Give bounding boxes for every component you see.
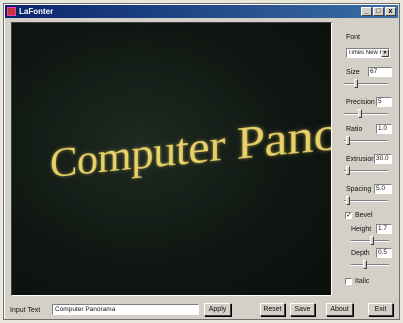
app-icon — [7, 7, 16, 16]
reset-button[interactable]: Reset — [260, 303, 285, 316]
depth-field[interactable]: 0.5 — [376, 248, 392, 258]
extrusion-slider[interactable] — [344, 166, 388, 175]
precision-slider[interactable] — [344, 109, 388, 118]
precision-label: Precision — [346, 99, 375, 106]
depth-slider-thumb[interactable] — [363, 260, 367, 269]
font-label: Font — [346, 34, 361, 41]
ratio-label: Ratio — [346, 126, 363, 133]
bevel-label: Bevel — [355, 212, 373, 219]
spacing-label: Spacing — [346, 186, 372, 193]
size-slider[interactable] — [344, 79, 388, 88]
size-field[interactable]: 67 — [368, 67, 392, 77]
depth-slider[interactable] — [351, 260, 389, 269]
chevron-down-icon[interactable]: ▼ — [381, 49, 389, 57]
height-label: Height — [351, 226, 372, 233]
bottom-bar: Input Text Computer Panorama Apply Reset… — [4, 301, 399, 319]
ratio-field[interactable]: 1.0 — [376, 124, 392, 134]
extrusion-field[interactable]: 30.0 — [374, 154, 392, 164]
ratio-slider-thumb[interactable] — [346, 136, 350, 145]
save-button[interactable]: Save — [290, 303, 315, 316]
minimize-button[interactable]: _ — [361, 7, 372, 16]
window-title: LaFonter — [19, 7, 54, 16]
extrusion-label: Extrusion — [346, 156, 376, 163]
input-text-label: Input Text — [10, 307, 41, 314]
about-button[interactable]: About — [326, 303, 353, 316]
depth-label: Depth — [351, 250, 370, 257]
font-select[interactable]: Times New Rom ▼ — [346, 48, 390, 58]
maximize-button[interactable]: □ — [373, 7, 384, 16]
rendered-3d-text: Computer Panoı — [50, 103, 332, 186]
extrusion-slider-thumb[interactable] — [346, 166, 350, 175]
close-button[interactable]: x — [385, 7, 396, 16]
spacing-slider[interactable] — [344, 196, 388, 205]
precision-field[interactable]: 5 — [376, 97, 392, 107]
render-canvas[interactable]: Computer Panoı — [11, 22, 332, 296]
height-slider-thumb[interactable] — [370, 236, 374, 245]
bevel-checkbox[interactable]: ✓ — [345, 212, 352, 219]
italic-label: Italic — [355, 278, 370, 285]
title-bar[interactable]: LaFonter _ □ x — [5, 5, 398, 18]
input-text-field[interactable]: Computer Panorama — [52, 304, 199, 315]
size-label: Size — [346, 69, 360, 76]
ratio-slider[interactable] — [344, 136, 388, 145]
height-field[interactable]: 1.7 — [376, 224, 392, 234]
exit-button[interactable]: Exit — [368, 303, 393, 316]
spacing-slider-thumb[interactable] — [346, 196, 350, 205]
settings-panel: Font Times New Rom ▼ Size 67 Precision 5… — [338, 20, 396, 300]
precision-slider-thumb[interactable] — [358, 109, 362, 118]
font-select-value: Times New Rom — [348, 50, 381, 56]
apply-button[interactable]: Apply — [204, 303, 231, 316]
size-slider-thumb[interactable] — [354, 79, 358, 88]
height-slider[interactable] — [351, 236, 389, 245]
spacing-field[interactable]: 5.0 — [374, 184, 392, 194]
italic-checkbox[interactable] — [345, 278, 352, 285]
main-window: LaFonter _ □ x Computer Panoı Font Times… — [3, 3, 400, 320]
